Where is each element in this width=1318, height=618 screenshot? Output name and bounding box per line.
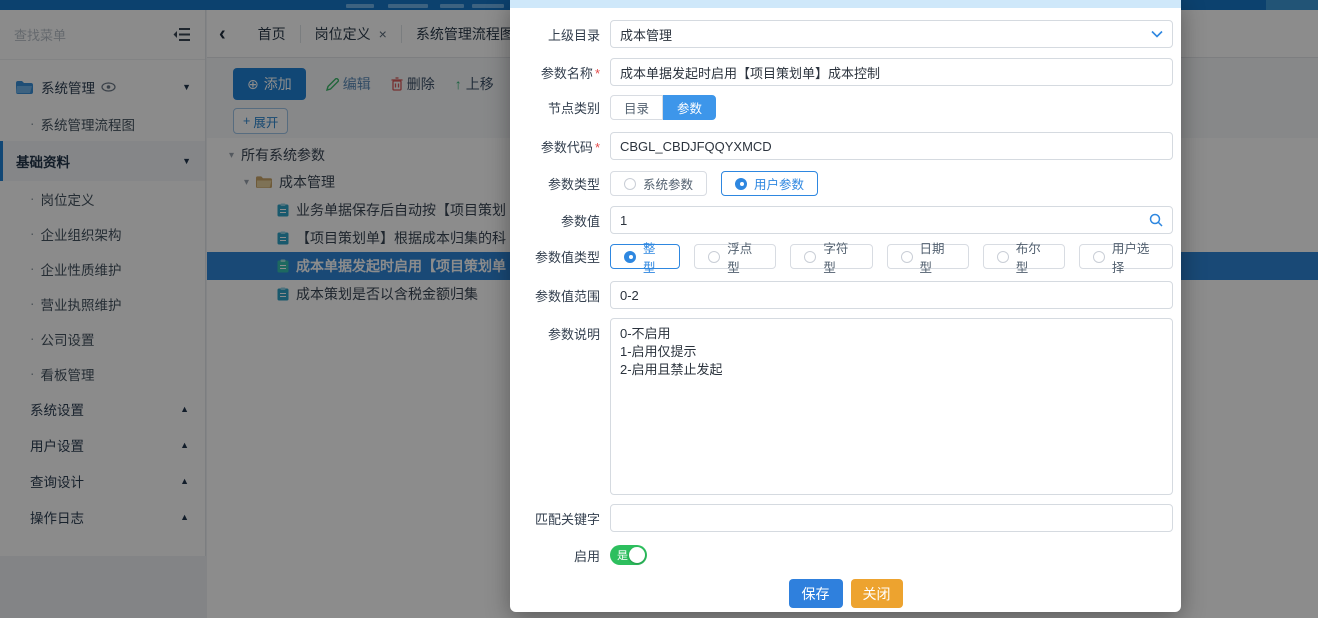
field-param-value: 参数值 1 (510, 206, 1173, 234)
node-type-directory-button[interactable]: 目录 (610, 95, 663, 120)
value-type-boolean-radio[interactable]: 布尔型 (983, 244, 1065, 269)
value-type-integer-radio[interactable]: 整型 (610, 244, 680, 269)
field-label: 参数名称* (510, 63, 600, 82)
field-label: 参数值范围 (510, 286, 600, 305)
radio-label: 系统参数 (643, 174, 693, 193)
param-code-input[interactable]: CBGL_CBDJFQQYXMCD (610, 132, 1173, 160)
value-type-float-radio[interactable]: 浮点型 (694, 244, 776, 269)
select-value: 成本管理 (620, 25, 1151, 44)
radio-checked-icon (735, 178, 747, 190)
chevron-down-icon[interactable] (1151, 30, 1163, 38)
radio-label: 整型 (643, 238, 666, 276)
param-value-input[interactable]: 1 (610, 206, 1173, 234)
field-match-keyword: 匹配关键字 (510, 504, 1173, 532)
field-label: 节点类别 (510, 98, 600, 117)
field-label: 参数说明 (510, 318, 600, 343)
field-node-type: 节点类别 目录 参数 (510, 95, 1173, 120)
dialog-header-strip (510, 0, 1181, 8)
param-description-textarea[interactable]: 0-不启用 1-启用仅提示 2-启用且禁止发起 (610, 318, 1173, 495)
radio-checked-icon (624, 251, 636, 263)
radio-label: 用户参数 (754, 174, 804, 193)
search-icon[interactable] (1149, 213, 1163, 227)
field-param-code: 参数代码* CBGL_CBDJFQQYXMCD (510, 132, 1173, 160)
node-type-parameter-button[interactable]: 参数 (663, 95, 716, 120)
radio-icon (804, 251, 816, 263)
field-label: 参数值类型 (510, 247, 600, 266)
value-range-input[interactable]: 0-2 (610, 281, 1173, 309)
match-keyword-input[interactable] (610, 504, 1173, 532)
radio-label: 日期型 (920, 238, 955, 276)
param-type-system-radio[interactable]: 系统参数 (610, 171, 707, 196)
close-button[interactable]: 关闭 (851, 579, 903, 608)
input-value: CBGL_CBDJFQQYXMCD (620, 139, 1163, 154)
parent-directory-select[interactable]: 成本管理 (610, 20, 1173, 48)
param-type-user-radio[interactable]: 用户参数 (721, 171, 818, 196)
required-mark: * (595, 140, 600, 155)
toggle-knob (629, 547, 645, 563)
parameter-edit-dialog: 上级目录 成本管理 参数名称* 成本单据发起时启用【项目策划单】成本控制 节点类… (510, 0, 1181, 612)
field-label: 参数类型 (510, 174, 600, 193)
radio-icon (708, 251, 720, 263)
node-type-segmented: 目录 参数 (610, 95, 716, 120)
field-label: 匹配关键字 (510, 509, 600, 528)
field-label: 启用 (510, 546, 600, 565)
value-type-string-radio[interactable]: 字符型 (790, 244, 872, 269)
field-label: 参数代码* (510, 137, 600, 156)
field-value-type: 参数值类型 整型 浮点型 字符型 日期型 (510, 244, 1173, 269)
field-param-description: 参数说明 0-不启用 1-启用仅提示 2-启用且禁止发起 (510, 318, 1173, 495)
field-enabled: 启用 是 (510, 545, 1173, 565)
radio-icon (624, 178, 636, 190)
radio-icon (997, 251, 1009, 263)
toggle-label: 是 (617, 547, 628, 563)
radio-label: 字符型 (823, 238, 858, 276)
field-label: 上级目录 (510, 25, 600, 44)
radio-label: 浮点型 (727, 238, 762, 276)
field-param-type: 参数类型 系统参数 用户参数 (510, 171, 1173, 196)
value-type-date-radio[interactable]: 日期型 (887, 244, 969, 269)
required-mark: * (595, 66, 600, 81)
enabled-toggle[interactable]: 是 (610, 545, 647, 565)
dialog-actions: 保存 关闭 (510, 579, 1181, 608)
field-label: 参数值 (510, 211, 600, 230)
radio-icon (1093, 251, 1105, 263)
value-type-user-select-radio[interactable]: 用户选择 (1079, 244, 1173, 269)
radio-label: 布尔型 (1016, 238, 1051, 276)
app-root: 查找菜单 系统管理 ▼ (0, 0, 1318, 618)
save-button[interactable]: 保存 (789, 579, 843, 608)
radio-label: 用户选择 (1112, 238, 1159, 276)
input-value: 0-2 (620, 288, 1163, 303)
input-value: 1 (620, 213, 1149, 228)
param-name-input[interactable]: 成本单据发起时启用【项目策划单】成本控制 (610, 58, 1173, 86)
radio-icon (901, 251, 913, 263)
input-value: 成本单据发起时启用【项目策划单】成本控制 (620, 63, 1163, 82)
field-value-range: 参数值范围 0-2 (510, 281, 1173, 309)
field-parent-directory: 上级目录 成本管理 (510, 20, 1173, 48)
field-param-name: 参数名称* 成本单据发起时启用【项目策划单】成本控制 (510, 58, 1173, 86)
